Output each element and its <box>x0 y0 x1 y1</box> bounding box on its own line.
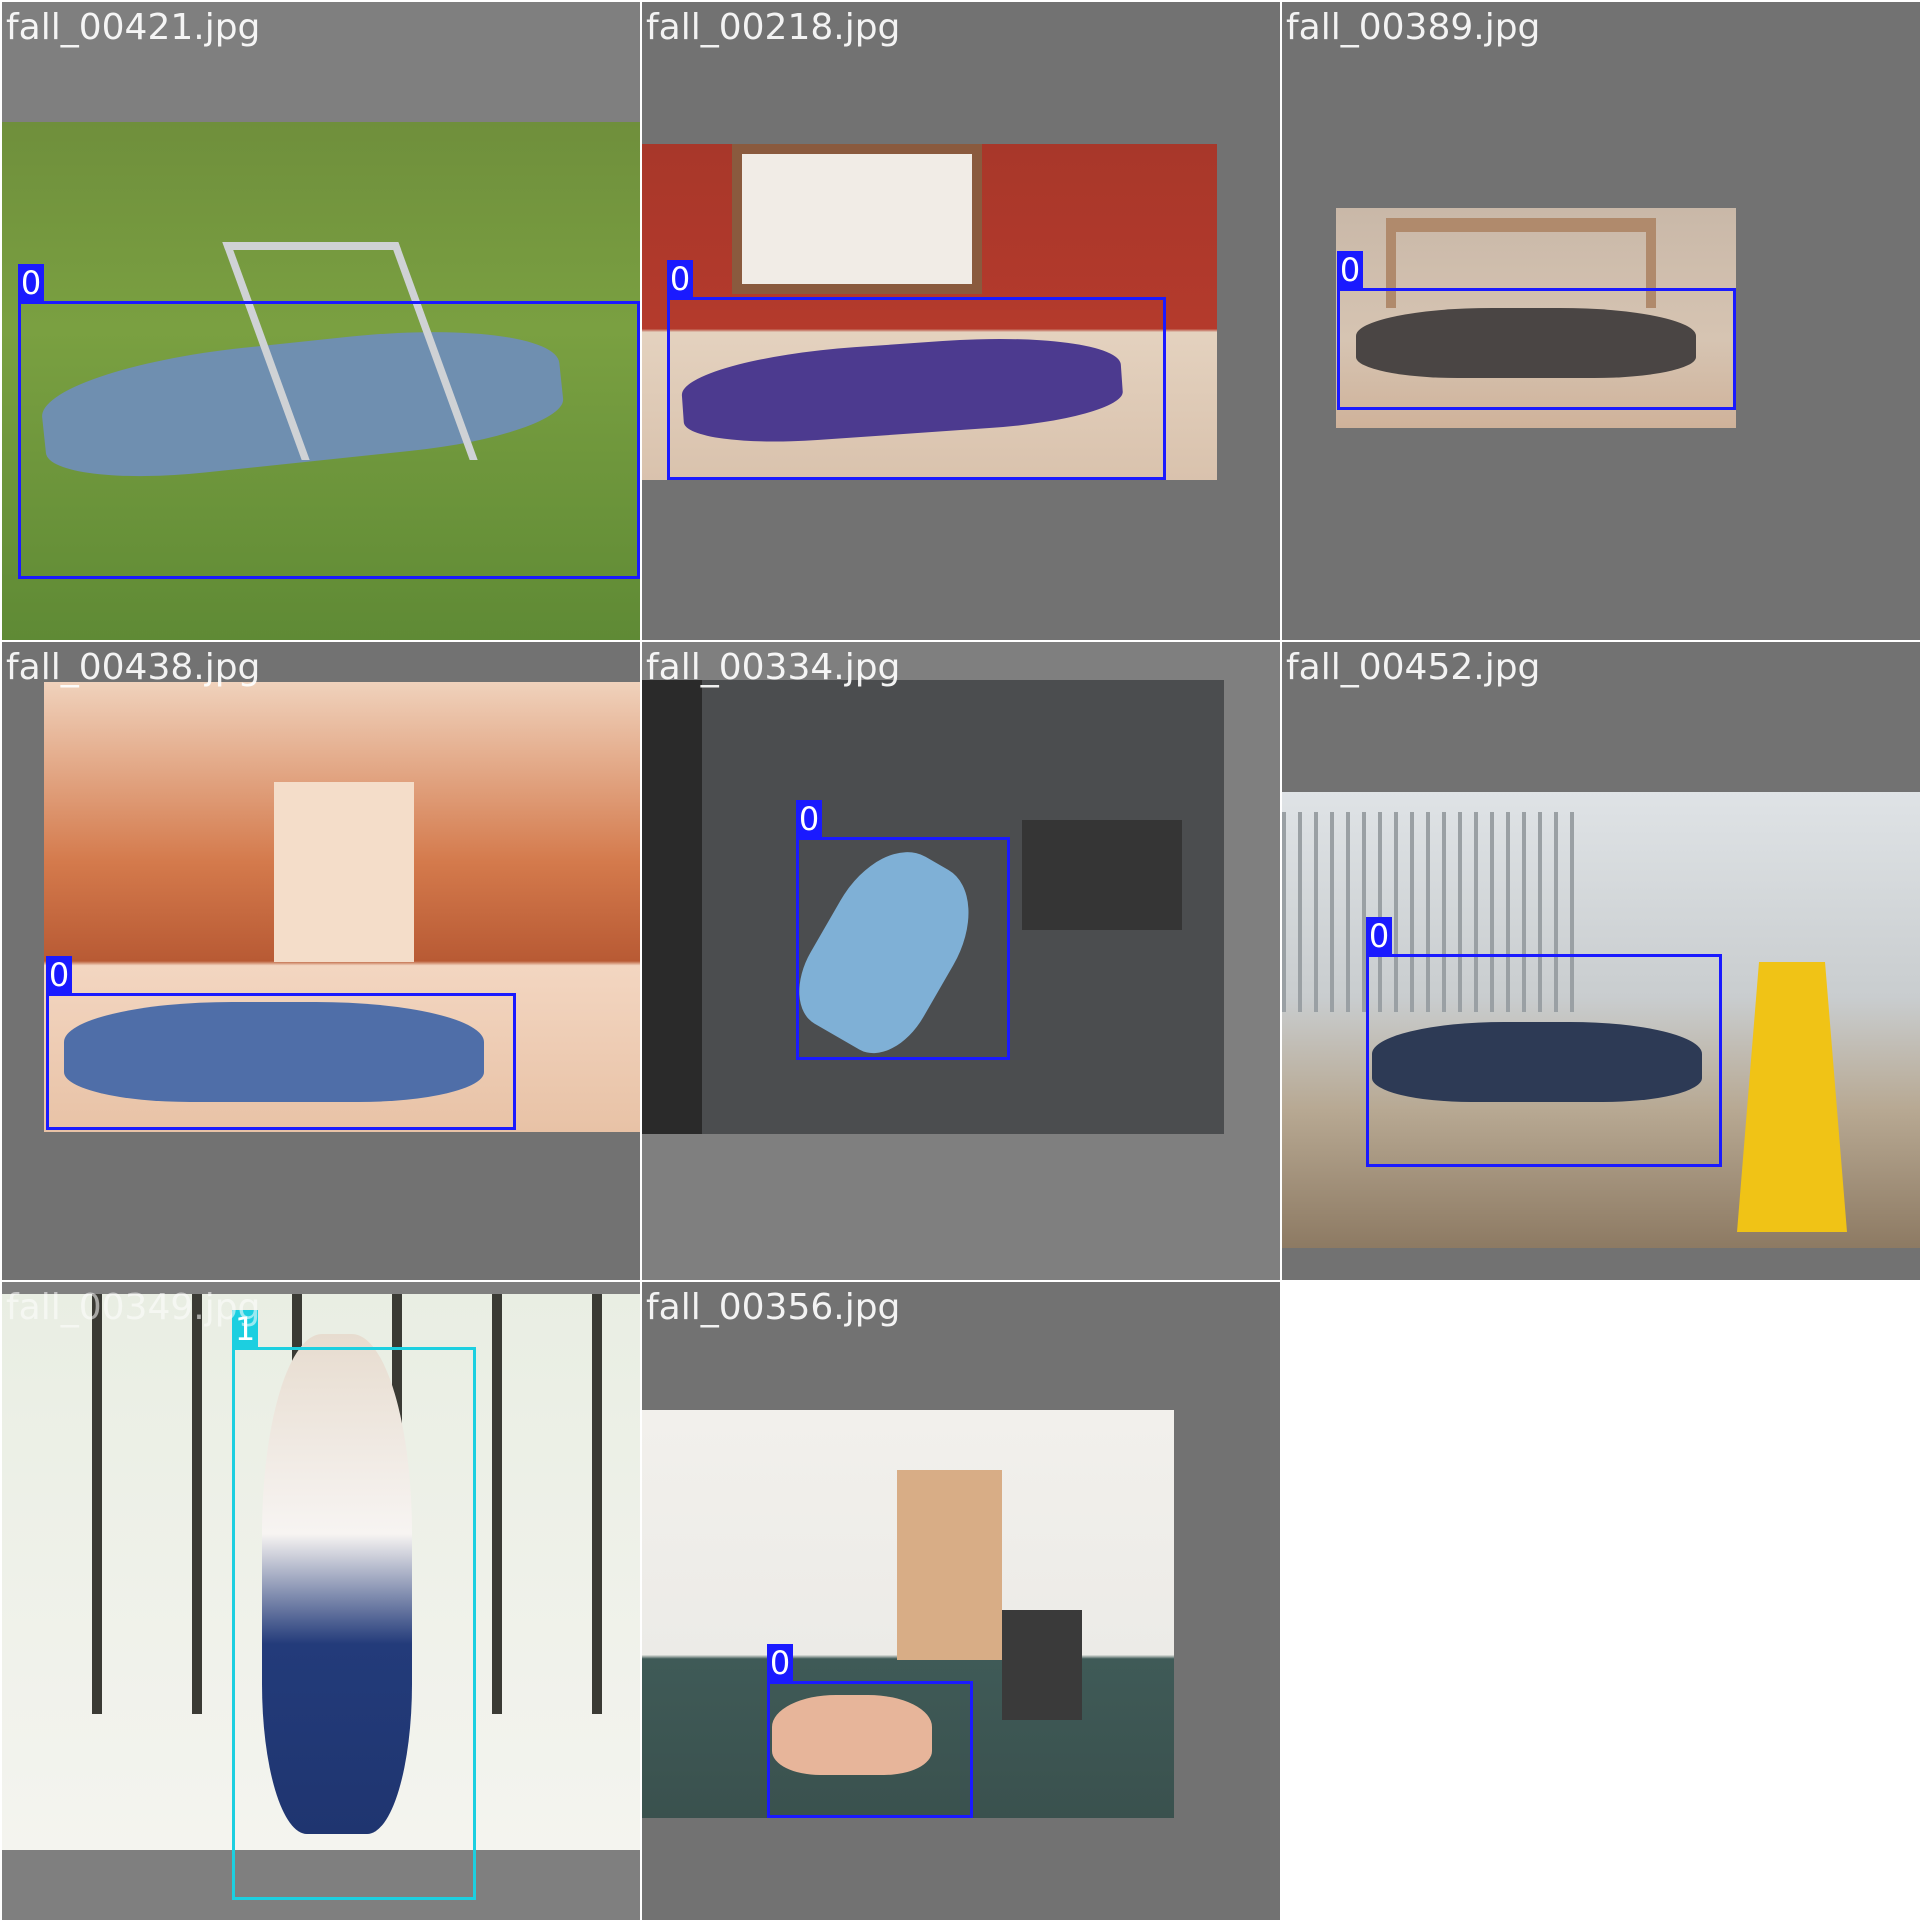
tile-filename: fall_00349.jpg <box>6 1287 261 1328</box>
class-label: 0 <box>46 956 72 994</box>
tile-6: fall_00349.jpg 1 <box>2 1282 640 1920</box>
bounding-box: 0 <box>1366 917 1722 1167</box>
bounding-box: 0 <box>667 260 1166 480</box>
bounding-box: 0 <box>18 264 640 579</box>
class-label: 0 <box>667 260 693 298</box>
door <box>897 1470 1002 1660</box>
tile-filename: fall_00218.jpg <box>646 7 901 48</box>
caution-sign <box>1737 962 1847 1232</box>
bounding-box: 0 <box>46 956 516 1130</box>
tile-3: fall_00438.jpg 0 <box>2 642 640 1280</box>
tile-0: fall_00421.jpg 0 <box>2 2 640 640</box>
class-label: 0 <box>18 264 44 302</box>
tile-2: fall_00389.jpg 0 <box>1282 2 1920 640</box>
tile-5: fall_00452.jpg 0 <box>1282 642 1920 1280</box>
bounding-box: 0 <box>1337 251 1736 410</box>
bounding-box: 0 <box>796 800 1010 1060</box>
tile-filename: fall_00356.jpg <box>646 1287 901 1328</box>
class-label: 0 <box>1337 251 1363 289</box>
bounding-box: 0 <box>767 1644 973 1818</box>
class-label: 0 <box>796 800 822 838</box>
tile-filename: fall_00389.jpg <box>1286 7 1541 48</box>
tile-4: fall_00334.jpg 0 <box>642 642 1280 1280</box>
corridor <box>274 782 414 962</box>
tile-filename: fall_00452.jpg <box>1286 647 1541 688</box>
chair <box>1022 820 1182 930</box>
class-label: 0 <box>1366 917 1392 955</box>
desk <box>642 680 702 1134</box>
tile-filename: fall_00438.jpg <box>6 647 261 688</box>
bounding-box: 1 <box>232 1310 476 1900</box>
tile-7: fall_00356.jpg 0 <box>642 1282 1280 1920</box>
tile-filename: fall_00421.jpg <box>6 7 261 48</box>
mosaic-grid: fall_00421.jpg 0 fall_00218.jpg 0 fall_0… <box>0 0 1920 1920</box>
tile-filename: fall_00334.jpg <box>646 647 901 688</box>
window <box>732 144 982 294</box>
chair <box>1002 1610 1082 1720</box>
tile-1: fall_00218.jpg 0 <box>642 2 1280 640</box>
class-label: 0 <box>767 1644 793 1682</box>
